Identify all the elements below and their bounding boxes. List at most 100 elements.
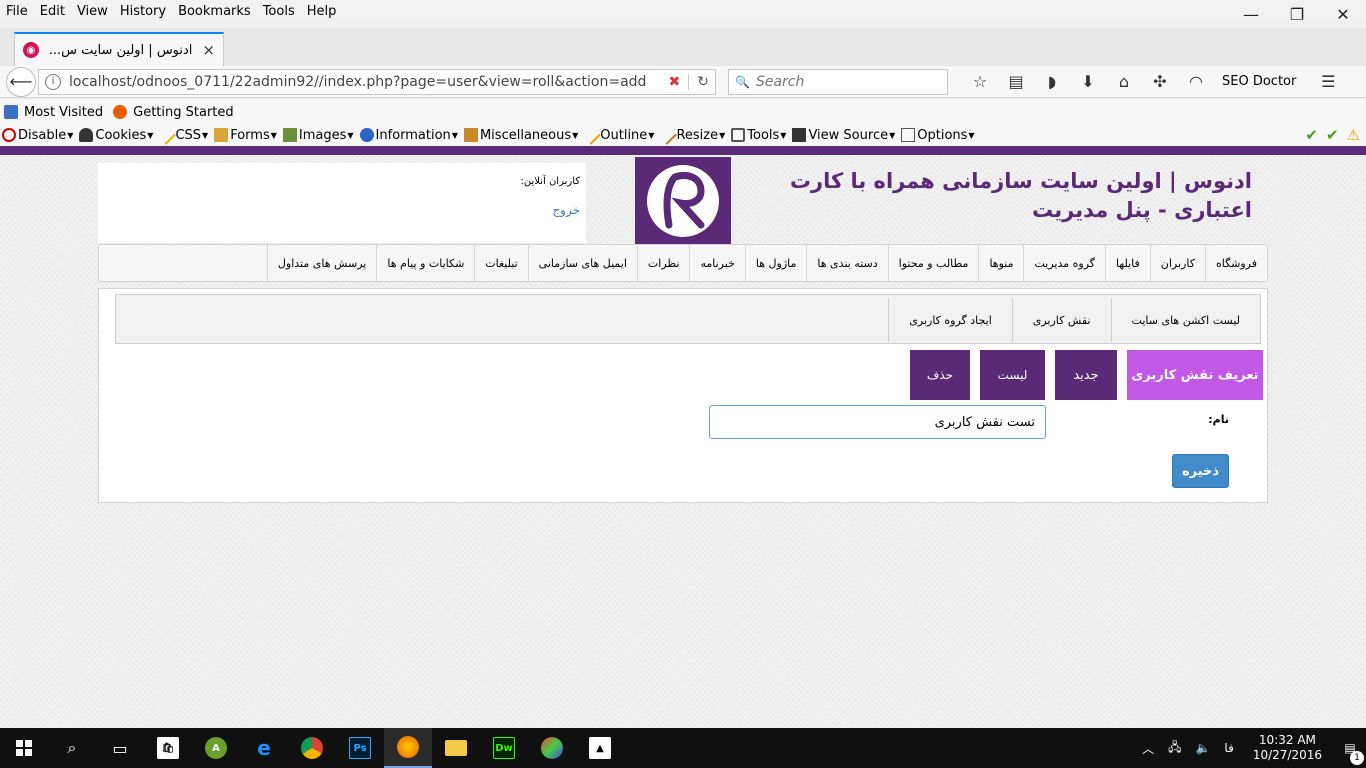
list-button[interactable]: لیست xyxy=(980,350,1045,400)
tab-close-icon[interactable]: × xyxy=(202,41,215,59)
back-button[interactable]: ⟵ xyxy=(6,66,36,97)
nav-admin-group[interactable]: گروه مدیریت xyxy=(1023,245,1105,281)
rainbow-icon[interactable]: ◠ xyxy=(1178,68,1214,96)
nav-faq[interactable]: پرسش های متداول xyxy=(266,245,376,281)
reading-list-icon[interactable]: ▤ xyxy=(998,68,1034,96)
dev-outline[interactable]: Outline ▼ xyxy=(581,125,654,145)
resize-icon xyxy=(657,125,678,145)
photoshop-icon[interactable]: Ps xyxy=(336,728,384,768)
search-input[interactable] xyxy=(755,73,936,90)
tray-chevron-icon[interactable]: ︿ xyxy=(1142,740,1154,757)
edge-icon[interactable]: e xyxy=(240,728,288,768)
language-indicator[interactable]: فا xyxy=(1224,741,1233,755)
stop-icon[interactable]: ✖ xyxy=(669,74,681,90)
nav-complaints[interactable]: شکایات و پیام ها xyxy=(376,245,474,281)
url-text[interactable]: localhost/odnoos_0711/22admin92//index.p… xyxy=(69,74,669,90)
menu-file[interactable]: File xyxy=(0,4,34,19)
browser-tab[interactable]: ◉ ادنوس | اولین سایت س... × xyxy=(14,32,224,66)
dev-information[interactable]: Information ▼ xyxy=(359,128,458,143)
subnav-create-user-group[interactable]: ایجاد گروه کاربری xyxy=(888,298,1011,342)
restore-icon[interactable]: ❐ xyxy=(1274,0,1320,28)
subnav-user-role[interactable]: نقش کاربری xyxy=(1011,298,1111,342)
extension-icon[interactable]: ✣ xyxy=(1142,68,1178,96)
file-explorer-icon[interactable] xyxy=(432,728,480,768)
nav-menus[interactable]: منوها xyxy=(978,245,1023,281)
volume-icon[interactable]: 🔈 xyxy=(1195,741,1210,755)
miscellaneous-icon xyxy=(463,128,478,142)
menu-edit[interactable]: Edit xyxy=(34,4,71,19)
network-icon[interactable]: 🖧 xyxy=(1168,738,1181,759)
define-role-tab[interactable]: تعریف نقش کاربری xyxy=(1127,350,1263,400)
new-button[interactable]: جدید xyxy=(1055,350,1117,400)
menu-history[interactable]: History xyxy=(114,4,172,19)
nav-newsletter[interactable]: خبرنامه xyxy=(689,245,744,281)
pocket-icon[interactable]: ◗ xyxy=(1034,68,1070,96)
name-input[interactable] xyxy=(709,405,1046,439)
name-label: نام: xyxy=(1208,413,1229,426)
start-windows-icon[interactable] xyxy=(0,728,48,768)
notifications-icon[interactable]: ▤ 1 xyxy=(1334,741,1366,765)
store-icon[interactable]: 🛍 xyxy=(144,728,192,768)
search-icon[interactable]: ⌕ xyxy=(48,728,96,768)
sub-nav: لیست اکشن های سایت نقش کاربری ایجاد گروه… xyxy=(115,294,1261,344)
bookmark-star-icon[interactable]: ☆ xyxy=(962,68,998,96)
menu-tools[interactable]: Tools xyxy=(257,4,301,19)
menu-view[interactable]: View xyxy=(71,4,114,19)
logout-link[interactable]: خروج xyxy=(104,203,580,217)
bookmark-most-visited[interactable]: Most Visited xyxy=(4,105,103,120)
paint-icon[interactable] xyxy=(528,728,576,768)
minimize-icon[interactable]: — xyxy=(1228,0,1274,28)
bookmark-getting-started[interactable]: Getting Started xyxy=(113,105,234,120)
url-bar[interactable]: i localhost/odnoos_0711/22admin92//index… xyxy=(38,68,716,95)
nav-categories[interactable]: دسته بندی ها xyxy=(806,245,887,281)
dev-disable[interactable]: Disable ▼ xyxy=(2,128,73,143)
hamburger-menu-icon[interactable]: ☰ xyxy=(1310,68,1346,96)
nav-shop[interactable]: فروشگاه xyxy=(1204,245,1267,281)
dev-options[interactable]: Options ▼ xyxy=(901,128,975,143)
photos-icon[interactable]: ▲ xyxy=(576,728,624,768)
clock[interactable]: 10:32 AM 10/27/2016 xyxy=(1253,733,1322,763)
search-bar[interactable]: 🔍 xyxy=(728,68,948,95)
dev-forms[interactable]: Forms ▼ xyxy=(214,128,277,143)
task-view-icon[interactable]: ▭ xyxy=(96,728,144,768)
seo-doctor-button[interactable]: SEO Doctor xyxy=(1222,74,1296,89)
nav-ads[interactable]: تبلیغات xyxy=(474,245,527,281)
dev-images[interactable]: Images ▼ xyxy=(282,128,354,143)
dev-view-source[interactable]: View Source ▼ xyxy=(792,128,895,143)
nav-users[interactable]: کاربران xyxy=(1149,245,1205,281)
nav-org-emails[interactable]: ایمیل های سازمانی xyxy=(527,245,637,281)
dev-css[interactable]: CSS ▼ xyxy=(156,125,208,145)
online-users-label: کاربران آنلاین: xyxy=(520,176,580,187)
check-icon: ✔ xyxy=(1305,126,1318,144)
nav-comments[interactable]: نظرات xyxy=(636,245,690,281)
page-viewport: کاربران آنلاین: خروج ادنوس | اولین سایت … xyxy=(0,146,1366,728)
save-button[interactable]: ذخیره xyxy=(1172,454,1229,488)
nav-files[interactable]: فایلها xyxy=(1105,245,1150,281)
close-icon[interactable]: ✕ xyxy=(1320,0,1366,28)
android-studio-icon[interactable]: A xyxy=(192,728,240,768)
dev-tools[interactable]: Tools ▼ xyxy=(731,128,786,143)
delete-button[interactable]: حذف xyxy=(910,350,970,400)
nav-content[interactable]: مطالب و محتوا xyxy=(887,245,979,281)
menu-bookmarks[interactable]: Bookmarks xyxy=(172,4,257,19)
dev-cookies[interactable]: Cookies ▼ xyxy=(79,128,153,143)
disable-icon xyxy=(2,128,16,142)
clock-date: 10/27/2016 xyxy=(1252,748,1322,762)
warning-icon: ⚠ xyxy=(1346,126,1360,144)
search-icon: 🔍 xyxy=(735,74,750,89)
nav-modules[interactable]: ماژول ها xyxy=(744,245,807,281)
chrome-icon[interactable] xyxy=(288,728,336,768)
browser-menubar: File Edit View History Bookmarks Tools H… xyxy=(0,0,1366,22)
reload-icon[interactable]: ↻ xyxy=(688,73,709,90)
firefox-icon[interactable] xyxy=(384,728,432,768)
subnav-site-actions[interactable]: لیست اکشن های سایت xyxy=(1110,298,1260,342)
forms-icon xyxy=(214,128,229,142)
info-icon[interactable]: i xyxy=(45,73,61,90)
dreamweaver-icon[interactable]: Dw xyxy=(480,728,528,768)
dev-miscellaneous[interactable]: Miscellaneous ▼ xyxy=(463,128,578,143)
menu-help[interactable]: Help xyxy=(301,4,343,19)
dev-resize[interactable]: Resize ▼ xyxy=(657,125,725,145)
download-icon[interactable]: ⬇ xyxy=(1070,68,1106,96)
window-controls: — ❐ ✕ xyxy=(1228,0,1366,28)
home-icon[interactable]: ⌂ xyxy=(1106,68,1142,96)
